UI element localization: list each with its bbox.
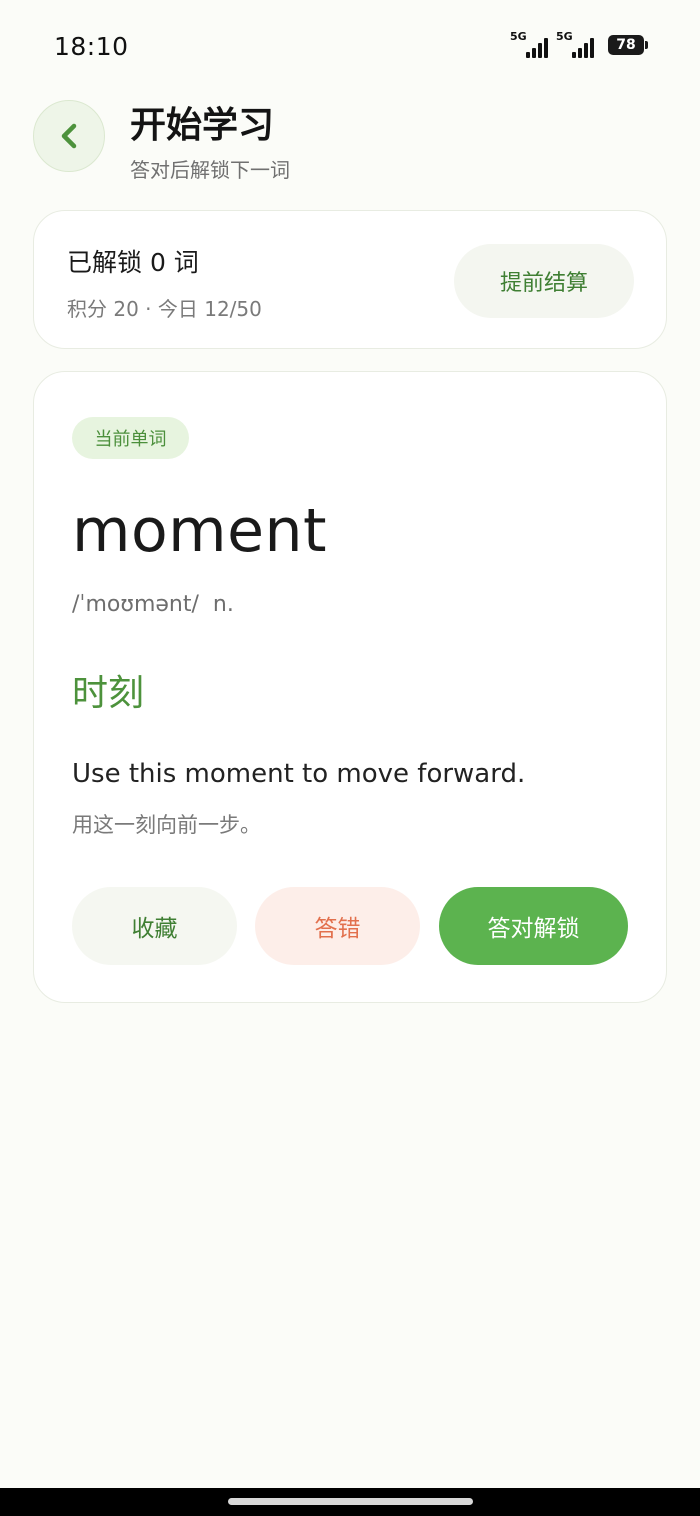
settle-early-button[interactable]: 提前结算 — [454, 244, 634, 318]
page-title: 开始学习 — [130, 105, 275, 146]
favorite-button[interactable]: 收藏 — [72, 887, 237, 965]
status-bar: 18:10 5G 5G 78 — [0, 0, 700, 90]
signal-icon: 5G — [510, 30, 548, 58]
signal-icon: 5G — [556, 30, 594, 58]
network-type-label: 5G — [556, 30, 573, 43]
points-and-daily-progress: 积分 20 · 今日 12/50 — [67, 297, 262, 321]
status-time: 18:10 — [54, 32, 129, 61]
navigation-bar — [0, 1488, 700, 1516]
example-sentence-en: Use this moment to move forward. — [72, 759, 526, 789]
battery-icon: 78 — [608, 35, 648, 55]
answer-wrong-button[interactable]: 答错 — [255, 887, 420, 965]
battery-level: 78 — [608, 35, 644, 55]
word-phonetic: /ˈmoʊmənt/ n. — [72, 592, 234, 617]
page-subtitle: 答对后解锁下一词 — [130, 158, 290, 182]
word-card: 当前单词 moment /ˈmoʊmənt/ n. 时刻 Use this mo… — [33, 371, 667, 1003]
current-word-tag: 当前单词 — [72, 417, 189, 459]
back-button[interactable] — [33, 100, 105, 172]
status-icons: 5G 5G 78 — [510, 30, 648, 60]
example-sentence-zh: 用这一刻向前一步。 — [72, 813, 261, 837]
vocabulary-word: moment — [72, 496, 328, 566]
home-indicator[interactable] — [228, 1498, 473, 1505]
unlocked-count: 已解锁 0 词 — [67, 248, 199, 277]
chevron-left-icon — [61, 123, 77, 149]
progress-summary-card: 已解锁 0 词 积分 20 · 今日 12/50 提前结算 — [33, 210, 667, 349]
answer-correct-unlock-button[interactable]: 答对解锁 — [439, 887, 628, 965]
network-type-label: 5G — [510, 30, 527, 43]
word-meaning: 时刻 — [72, 673, 145, 714]
